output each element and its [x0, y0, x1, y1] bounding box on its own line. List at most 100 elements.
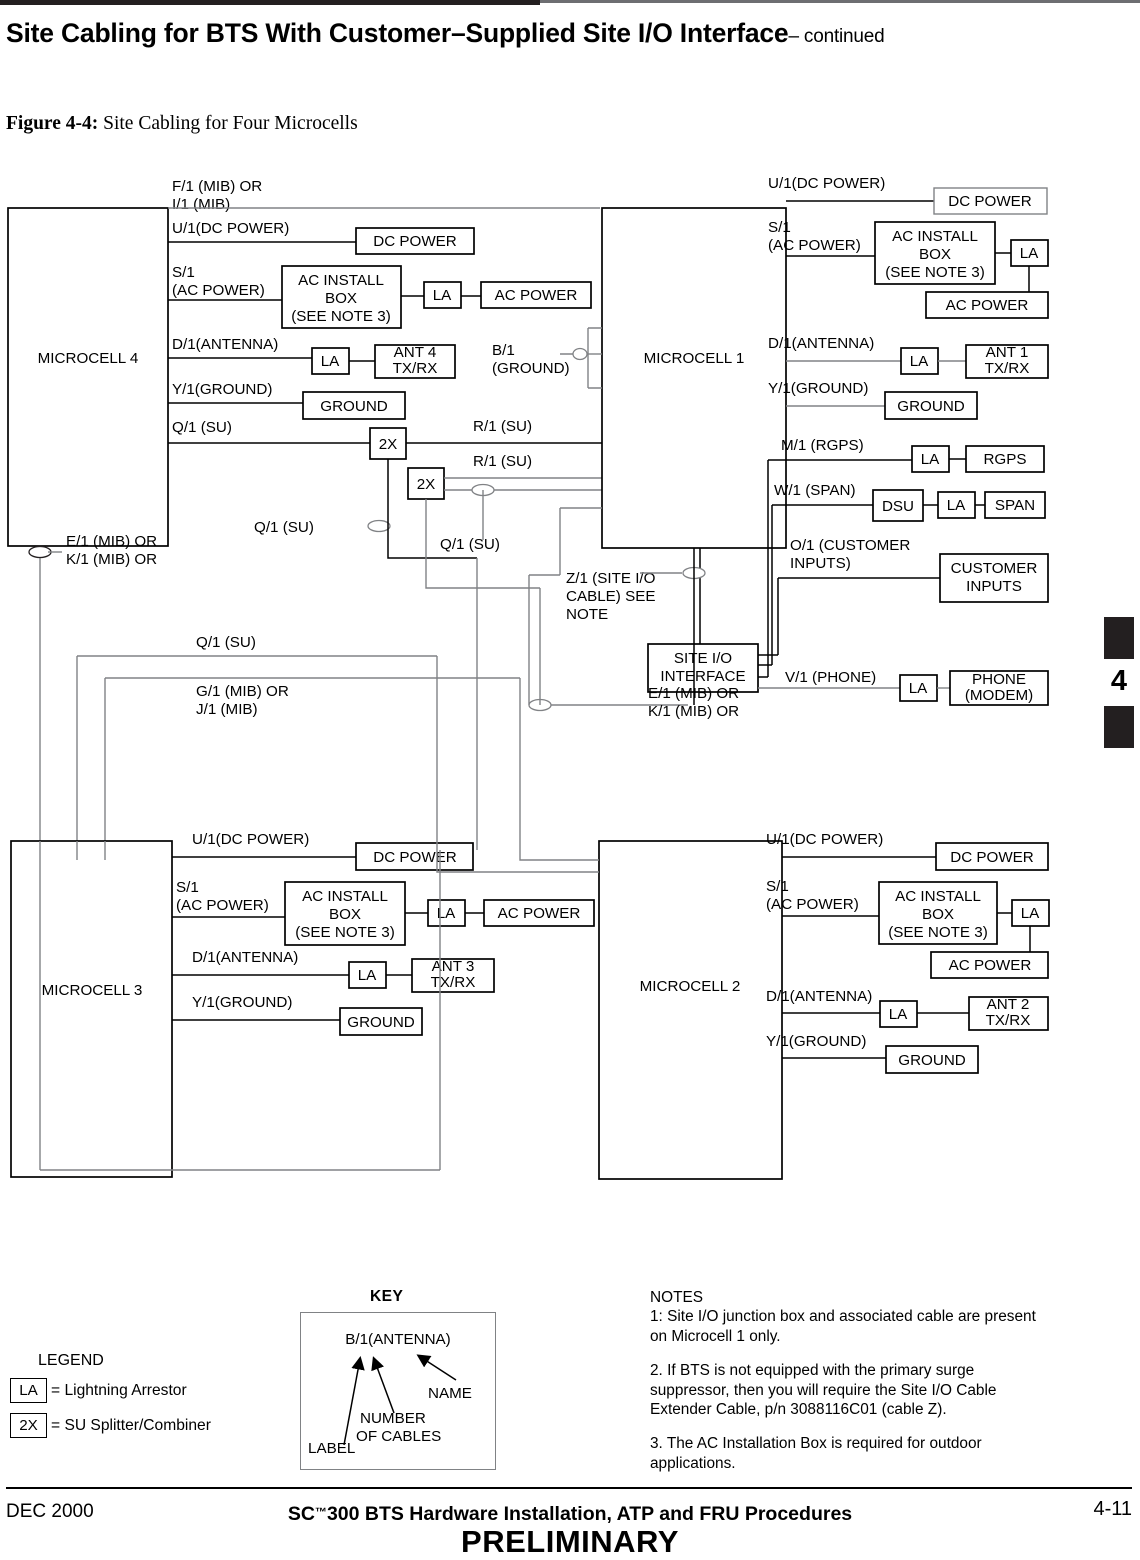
splitter-2x-lower-label: 2X	[417, 476, 436, 493]
mc1-port-d1-label: D/1(ANTENNA)	[768, 335, 874, 352]
notes-section: NOTES 1: Site I/O junction box and assoc…	[650, 1288, 1050, 1473]
z1-cable-line2: CABLE) SEE	[566, 588, 655, 605]
mc1-customer-inputs-line1: CUSTOMER	[951, 560, 1038, 577]
mib-g-label-1: G/1 (MIB) OR	[196, 683, 289, 700]
mc3-port-s1-label-2: (AC POWER)	[176, 897, 269, 914]
figure-caption: Figure 4-4: Site Cabling for Four Microc…	[6, 113, 358, 135]
mc4-bottom-label-2: K/1 (MIB) OR	[66, 551, 157, 568]
mc2-la-ac-label: LA	[1021, 905, 1040, 922]
note-item-3: 3. The AC Installation Box is required f…	[650, 1435, 982, 1472]
mc2-ac-power-label: AC POWER	[949, 957, 1032, 974]
mc4-la-ant-label: LA	[321, 353, 340, 370]
site-io-line1: SITE I/O	[674, 650, 732, 667]
key-number-line2: OF CABLES	[356, 1428, 441, 1445]
footer-title-rest: 300 BTS Hardware Installation, ATP and F…	[326, 1503, 853, 1525]
mc1-port-u1-label: U/1(DC POWER)	[768, 175, 885, 192]
notes-title: NOTES	[650, 1289, 704, 1306]
mc3-ac-install-line3: (SEE NOTE 3)	[295, 924, 395, 941]
mc4-top-label-2: I/1 (MIB)	[172, 196, 230, 213]
mc2-ac-install-line3: (SEE NOTE 3)	[888, 924, 988, 941]
legend-title: LEGEND	[38, 1352, 104, 1369]
mc1-dc-power-label: DC POWER	[948, 193, 1032, 210]
mc1-la-rgps-label: LA	[921, 451, 940, 468]
microcell-3-title: MICROCELL 3	[42, 982, 143, 999]
mc4-top-label-1: F/1 (MIB) OR	[172, 178, 262, 195]
mc4-port-y1-label: Y/1(GROUND)	[172, 381, 272, 398]
connector-ellipse-mc4-bottom	[28, 545, 52, 559]
microcell-1-title: MICROCELL 1	[644, 350, 745, 367]
mc3-ac-install-line1: AC INSTALL	[302, 888, 388, 905]
mc4-port-u1-label: U/1(DC POWER)	[172, 220, 289, 237]
legend-row-2x: 2X = SU Splitter/Combiner	[10, 1413, 211, 1438]
mc1-span-label: SPAN	[995, 497, 1035, 514]
mc2-la-ant-label: LA	[889, 1006, 908, 1023]
running-head: Site Cabling for BTS With Customer–Suppl…	[6, 18, 1106, 49]
mc4-port-q1-su: Q/1 (SU)	[172, 419, 232, 436]
mib-g-label-2: J/1 (MIB)	[196, 701, 258, 718]
legend-chip-2x: 2X	[10, 1413, 47, 1438]
mc3-ant3-line1: ANT 3	[432, 958, 475, 975]
mc2-port-s1-label-2: (AC POWER)	[766, 896, 859, 913]
mc2-port-y1-label: Y/1(GROUND)	[766, 1033, 866, 1050]
mc2-ground-label: GROUND	[898, 1052, 966, 1069]
footer-title-prefix: SC	[287, 1503, 315, 1525]
mc1-la-ant-label: LA	[910, 353, 929, 370]
key-title: KEY	[370, 1288, 404, 1305]
key-label-text: LABEL	[308, 1440, 355, 1457]
legend-text-2x: = SU Splitter/Combiner	[51, 1416, 211, 1434]
mc3-ac-power-label: AC POWER	[498, 905, 581, 922]
footer-page-number: 4-11	[1093, 1498, 1132, 1520]
chapter-tab-block-top	[1104, 617, 1134, 659]
key-name-text: NAME	[428, 1385, 472, 1402]
mc1-customer-inputs-line2: INPUTS	[966, 578, 1022, 595]
mc2-port-s1-label-1: S/1	[766, 878, 789, 895]
mc1-ac-install-line3: (SEE NOTE 3)	[885, 264, 985, 281]
mc1-phone-line1: PHONE	[972, 671, 1026, 688]
mc1-port-s1-label-1: S/1	[768, 219, 791, 236]
note-item-1: 1: Site I/O junction box and associated …	[650, 1308, 1036, 1345]
mc4-dc-power-label: DC POWER	[373, 233, 457, 250]
mc4-ac-install-line3: (SEE NOTE 3)	[291, 308, 391, 325]
preliminary-watermark: PRELIMINARY	[461, 1524, 679, 1559]
mc4-port-s1-label-1: S/1	[172, 264, 195, 281]
legend-text-la: = Lightning Arrestor	[51, 1381, 187, 1399]
note-item-2: 2. If BTS is not equipped with the prima…	[650, 1362, 997, 1419]
key-number-line1: NUMBER	[360, 1410, 426, 1427]
q1-su-mid-right: Q/1 (SU)	[440, 536, 500, 553]
mc1-la-ac-label: LA	[1020, 245, 1039, 262]
microcell-2-title: MICROCELL 2	[640, 978, 741, 995]
chapter-tab-block-bottom	[1104, 706, 1134, 748]
mc3-la-ant-label: LA	[358, 967, 377, 984]
header-rule-black	[0, 0, 540, 5]
mc4-ac-power-label: AC POWER	[495, 287, 578, 304]
r1-su-label-b: R/1 (SU)	[473, 453, 532, 470]
running-head-continued: – continued	[788, 26, 885, 47]
microcell-2-box	[598, 840, 783, 1180]
footer-rule	[6, 1487, 1132, 1489]
z1-cable-line3: NOTE	[566, 606, 608, 623]
mc1-la-span-label: LA	[947, 497, 966, 514]
q1-su-lower-label: Q/1 (SU)	[196, 634, 256, 651]
mc1-bottom-label-2: K/1 (MIB) OR	[648, 703, 739, 720]
microcell-4-box	[7, 207, 169, 547]
mc3-port-u1-label: U/1(DC POWER)	[192, 831, 309, 848]
figure-title: Site Cabling for Four Microcells	[103, 113, 358, 134]
key-sample-text: B/1(ANTENNA)	[345, 1331, 450, 1348]
legend-row-la: LA = Lightning Arrestor	[10, 1378, 211, 1403]
connector-ellipse-b1	[572, 347, 588, 361]
mc2-ant2-line2: TX/RX	[986, 1012, 1031, 1029]
mc3-dc-power-label: DC POWER	[373, 849, 457, 866]
mc1-bottom-label-1: E/1 (MIB) OR	[648, 685, 739, 702]
mc4-port-d1-label: D/1(ANTENNA)	[172, 336, 278, 353]
mc1-ac-install-line1: AC INSTALL	[892, 228, 978, 245]
mc4-bottom-label-1: E/1 (MIB) OR	[66, 533, 157, 550]
chapter-tab-number: 4	[1110, 665, 1128, 697]
mc1-port-o1-label-2: INPUTS)	[790, 555, 851, 572]
r1-su-label-a: R/1 (SU)	[473, 418, 532, 435]
mc1-ac-power-label: AC POWER	[946, 297, 1029, 314]
mc1-port-v1-label: V/1 (PHONE)	[785, 669, 876, 686]
mc1-port-w1-label: W/1 (SPAN)	[774, 482, 856, 499]
site-io-line2: INTERFACE	[660, 668, 745, 685]
cabling-diagram: .bx { fill:#fff; stroke:#000; stroke-wid…	[0, 160, 1100, 1230]
mc1-dsu-label: DSU	[882, 498, 914, 515]
